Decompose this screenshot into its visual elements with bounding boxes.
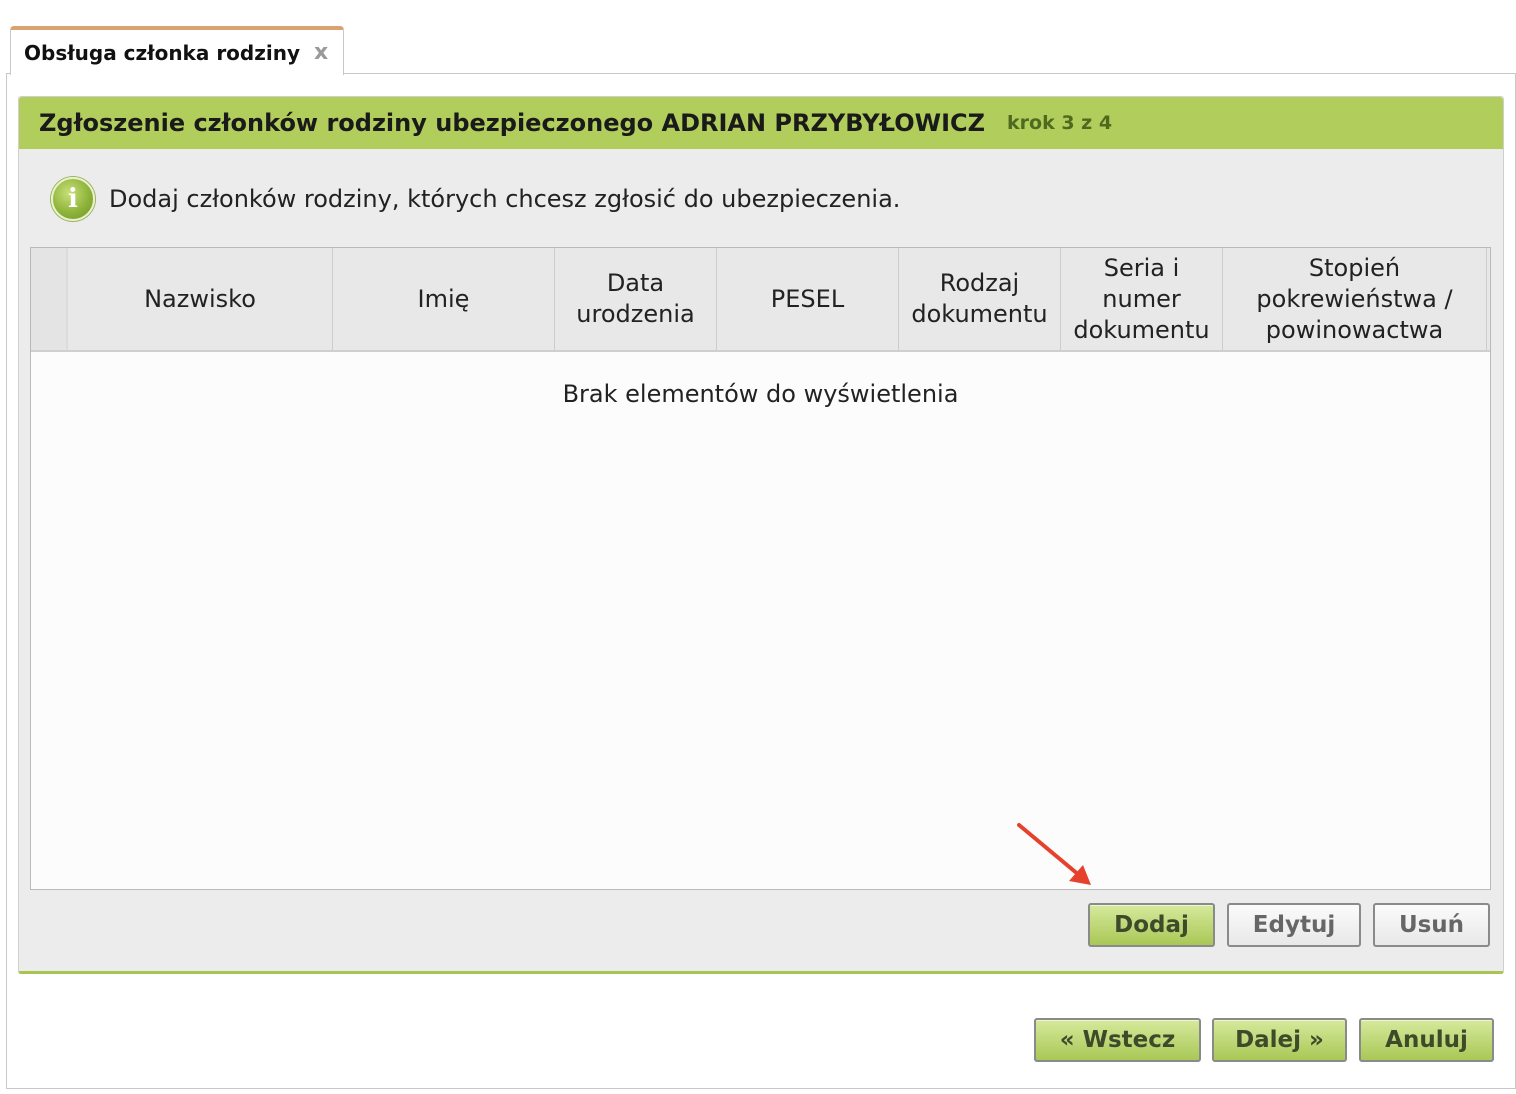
empty-table-message: Brak elementów do wyświetlenia	[562, 380, 959, 408]
panel-title: Zgłoszenie członków rodziny ubezpieczone…	[39, 109, 986, 137]
panel-header: Zgłoszenie członków rodziny ubezpieczone…	[19, 97, 1503, 149]
info-message: i Dodaj członków rodziny, których chcesz…	[51, 177, 900, 221]
column-header-nazwisko[interactable]: Nazwisko	[68, 248, 333, 350]
back-button[interactable]: « Wstecz	[1034, 1018, 1201, 1062]
column-header-seria-numer[interactable]: Seria i numer dokumentu	[1061, 248, 1223, 350]
add-button[interactable]: Dodaj	[1088, 903, 1215, 947]
delete-button[interactable]: Usuń	[1373, 903, 1490, 947]
family-members-table: Nazwisko Imię Data urodzenia PESEL Rodza…	[30, 247, 1491, 890]
close-icon[interactable]: x	[314, 41, 328, 64]
tab-label: Obsługa członka rodziny	[24, 40, 301, 65]
step-indicator: krok 3 z 4	[1007, 112, 1113, 134]
row-selector-header	[31, 248, 68, 350]
column-header-pesel[interactable]: PESEL	[717, 248, 899, 350]
family-members-panel: Zgłoszenie członków rodziny ubezpieczone…	[18, 96, 1504, 974]
table-header: Nazwisko Imię Data urodzenia PESEL Rodza…	[31, 248, 1490, 352]
column-header-rodzaj-dokumentu[interactable]: Rodzaj dokumentu	[899, 248, 1061, 350]
edit-button[interactable]: Edytuj	[1227, 903, 1361, 947]
column-header-imie[interactable]: Imię	[333, 248, 555, 350]
next-button[interactable]: Dalej »	[1212, 1018, 1347, 1062]
tab-obsluga-czlonka-rodziny[interactable]: Obsługa członka rodziny x	[10, 26, 344, 75]
cancel-button[interactable]: Anuluj	[1359, 1018, 1494, 1062]
column-header-data-urodzenia[interactable]: Data urodzenia	[555, 248, 717, 350]
info-text: Dodaj członków rodziny, których chcesz z…	[109, 185, 901, 213]
info-icon: i	[51, 177, 95, 221]
column-header-stopien-pokrewienstwa[interactable]: Stopień pokrewieństwa / powinowactwa	[1223, 248, 1487, 350]
annotation-arrow-icon	[1017, 823, 1091, 885]
